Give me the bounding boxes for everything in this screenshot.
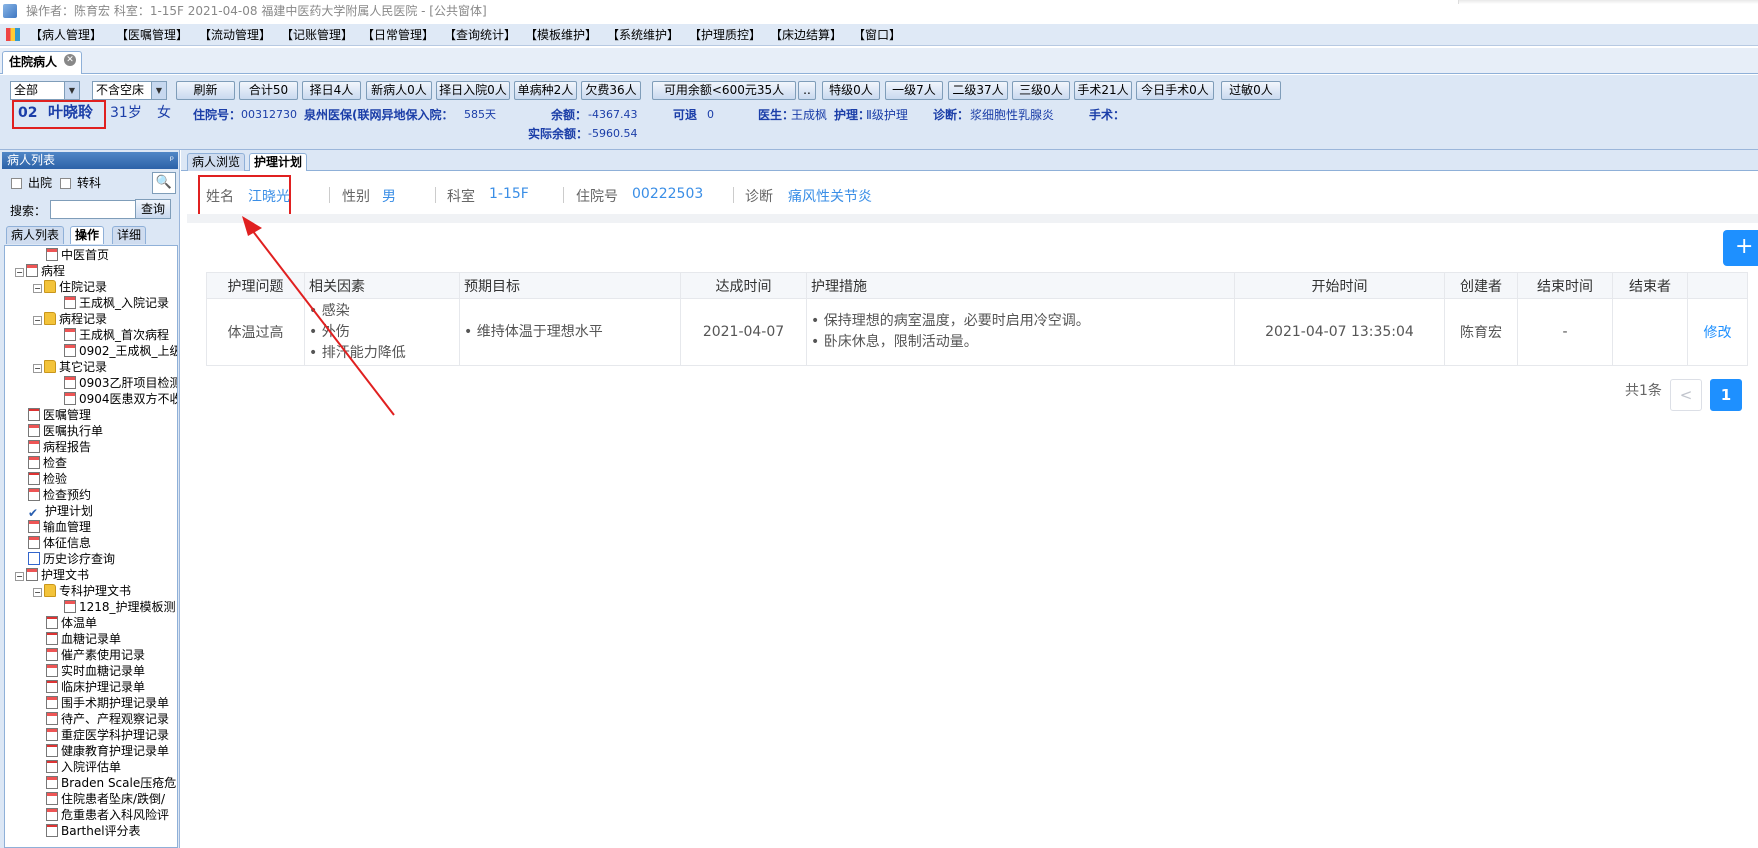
arrow-shaft — [251, 229, 395, 416]
annotation-arrow — [242, 216, 395, 416]
arrow-head — [242, 216, 262, 236]
